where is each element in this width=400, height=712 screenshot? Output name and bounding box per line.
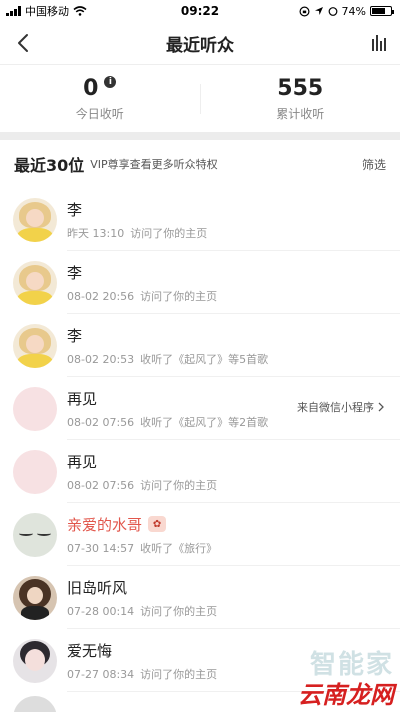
today-label: 今日收听 <box>75 106 124 121</box>
pink-avatar[interactable] <box>13 449 57 494</box>
listener-name: 爱无悔 <box>67 641 113 660</box>
closed-eyes-avatar[interactable] <box>13 512 57 557</box>
listen-time: 07-27 08:34 <box>67 667 135 681</box>
nav-bar: 最近听众 <box>0 22 400 64</box>
listen-time: 07-30 14:57 <box>67 541 135 555</box>
listen-time: 08-02 20:53 <box>67 352 135 366</box>
list-item[interactable] <box>0 692 400 712</box>
section-gap <box>0 132 400 140</box>
listener-name: 亲爱的水哥 <box>67 515 143 534</box>
source-link[interactable]: 来自微信小程序 <box>297 399 384 415</box>
girl-avatar[interactable] <box>13 260 57 305</box>
wifi-icon <box>73 6 87 16</box>
listener-name: 再见 <box>67 452 98 471</box>
today-stat: 0 i 今日收听 <box>0 76 200 122</box>
listen-time: 08-02 07:56 <box>67 415 135 429</box>
listen-time: 07-28 00:14 <box>67 604 135 618</box>
kid-avatar[interactable] <box>13 638 57 683</box>
clock: 09:22 <box>180 4 220 18</box>
listen-action: 访问了你的主页 <box>140 604 218 618</box>
info-icon[interactable]: i <box>104 76 117 88</box>
vip-promo-link[interactable]: VIP尊享查看更多听众特权 <box>90 156 362 172</box>
list-item[interactable]: 李 昨天 13:10 访问了你的主页 <box>0 188 400 251</box>
page-title: 最近听众 <box>166 35 234 56</box>
lock-rotation-icon <box>299 5 310 17</box>
list-item[interactable]: 再见 08-02 07:56 收听了《起风了》等2首歌 来自微信小程序 <box>0 377 400 440</box>
list-item[interactable]: 李 08-02 20:53 收听了《起风了》等5首歌 <box>0 314 400 377</box>
list-item[interactable]: 李 08-02 20:56 访问了你的主页 <box>0 251 400 314</box>
listen-time: 08-02 20:56 <box>67 289 135 303</box>
status-bar: 中国移动 09:22 74% <box>0 0 400 22</box>
battery-icon <box>370 6 394 16</box>
signal-icon <box>6 6 21 16</box>
vip-badge-icon: ✿ <box>148 516 167 532</box>
listen-action: 访问了你的主页 <box>140 478 218 492</box>
listener-list: 李 昨天 13:10 访问了你的主页 李 08-02 20:56 访问了你的主页 李… <box>0 188 400 712</box>
bar-chart-icon[interactable] <box>372 35 386 51</box>
list-item[interactable]: 旧岛听风 07-28 00:14 访问了你的主页 <box>0 566 400 629</box>
filter-button[interactable]: 筛选 <box>362 156 386 173</box>
listen-action: 收听了《旅行》 <box>140 541 218 555</box>
location-icon <box>314 7 323 15</box>
listen-action: 收听了《起风了》等2首歌 <box>140 415 269 429</box>
listener-name-row: 亲爱的水哥 ✿ <box>67 514 400 535</box>
total-count: 555 <box>277 75 324 101</box>
listener-name: 李 <box>67 263 83 282</box>
today-count: 0 <box>83 75 99 101</box>
listen-time: 08-02 07:56 <box>67 478 135 492</box>
listener-name: 李 <box>67 200 83 219</box>
listen-action: 访问了你的主页 <box>140 289 218 303</box>
listener-name: 李 <box>67 326 83 345</box>
section-header: 最近30位 VIP尊享查看更多听众特权 筛选 <box>0 140 400 188</box>
chevron-right-icon <box>378 402 384 412</box>
carrier-label: 中国移动 <box>25 5 69 18</box>
pink-avatar[interactable] <box>13 386 57 431</box>
girl-avatar[interactable] <box>13 197 57 242</box>
back-arrow-icon[interactable] <box>12 30 36 56</box>
total-label: 累计收听 <box>276 106 325 121</box>
partial-avatar[interactable] <box>13 696 57 712</box>
section-title: 最近30位 <box>14 156 85 175</box>
listen-stats: 0 i 今日收听 555 累计收听 <box>0 64 400 132</box>
list-item[interactable]: 亲爱的水哥 ✿ 07-30 14:57 收听了《旅行》 <box>0 503 400 566</box>
battery-percent: 74% <box>341 4 366 18</box>
listen-action: 访问了你的主页 <box>140 667 218 681</box>
source-label: 来自微信小程序 <box>297 401 374 414</box>
listener-name: 旧岛听风 <box>67 578 128 597</box>
listen-action: 访问了你的主页 <box>130 226 208 240</box>
list-item[interactable]: 爱无悔 07-27 08:34 访问了你的主页 <box>0 629 400 692</box>
list-item[interactable]: 再见 08-02 07:56 访问了你的主页 <box>0 440 400 503</box>
dark-hair-avatar[interactable] <box>13 575 57 620</box>
total-stat: 555 累计收听 <box>201 76 400 122</box>
listen-time: 昨天 13:10 <box>67 226 125 240</box>
alarm-icon <box>328 7 337 16</box>
listen-action: 收听了《起风了》等5首歌 <box>140 352 269 366</box>
girl-avatar[interactable] <box>13 323 57 368</box>
